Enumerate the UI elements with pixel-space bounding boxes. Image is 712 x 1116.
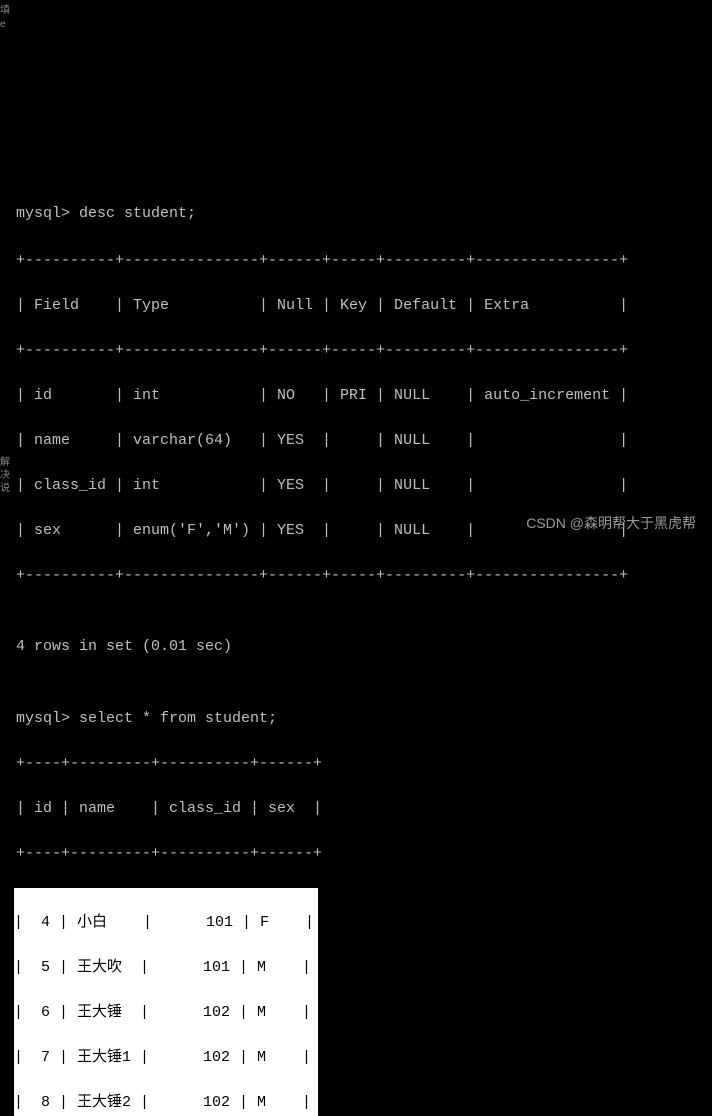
sel-row: | 8 | 王大锤2 | 102 | M |: [14, 1092, 314, 1115]
sel-border-top: +----+---------+----------+------+: [16, 753, 696, 776]
watermark-text: CSDN @森明帮大于黑虎帮: [526, 513, 696, 534]
desc-border-mid: +----------+---------------+------+-----…: [16, 340, 696, 363]
desc-border-bottom: +----------+---------------+------+-----…: [16, 565, 696, 588]
desc-border-top: +----------+---------------+------+-----…: [16, 250, 696, 273]
desc-command: mysql> desc student;: [16, 203, 696, 226]
desc-row: | class_id | int | YES | | NULL | |: [16, 475, 696, 498]
terminal-output: mysql> desc student; +----------+-------…: [0, 180, 712, 1116]
sel-row: | 6 | 王大锤 | 102 | M |: [14, 1002, 314, 1025]
left-edge-tabs: 填 e: [0, 4, 14, 32]
desc-row: | name | varchar(64) | YES | | NULL | |: [16, 430, 696, 453]
sel-header-row: | id | name | class_id | sex |: [16, 798, 696, 821]
left-tab-2: e: [0, 18, 14, 31]
sel-row: | 7 | 王大锤1 | 102 | M |: [14, 1047, 314, 1070]
sel-border-mid: +----+---------+----------+------+: [16, 843, 696, 866]
sel-row: | 4 | 小白 | 101 | F |: [14, 912, 314, 935]
select-command: mysql> select * from student;: [16, 708, 696, 731]
desc-row: | id | int | NO | PRI | NULL | auto_incr…: [16, 385, 696, 408]
selection-highlight: | 4 | 小白 | 101 | F | | 5 | 王大吹 | 101 | M…: [14, 888, 318, 1116]
desc-footer: 4 rows in set (0.01 sec): [16, 636, 696, 659]
desc-header-row: | Field | Type | Null | Key | Default | …: [16, 295, 696, 318]
sel-row: | 5 | 王大吹 | 101 | M |: [14, 957, 314, 980]
left-tab-1: 填: [0, 4, 14, 17]
